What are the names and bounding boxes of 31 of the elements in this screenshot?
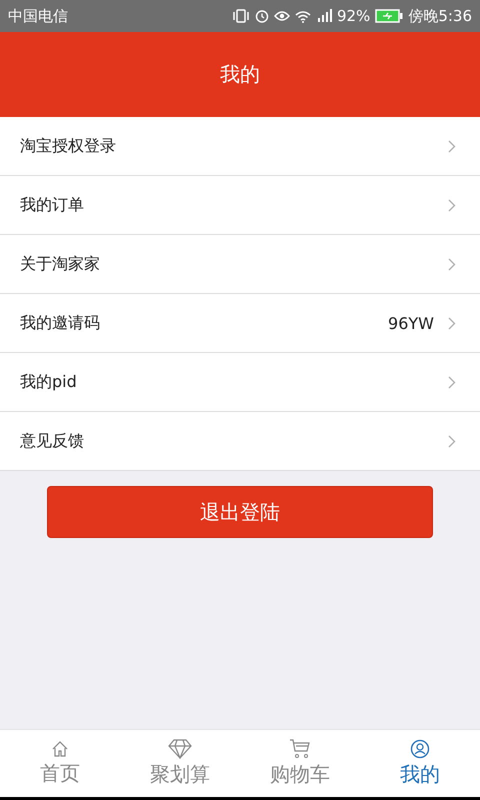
alarm-icon bbox=[254, 9, 269, 23]
chevron-icon bbox=[448, 140, 456, 152]
battery-icon bbox=[375, 9, 404, 23]
menu-item[interactable]: 淘宝授权登录 bbox=[0, 117, 480, 176]
vibrate-icon bbox=[232, 9, 250, 23]
clock-time: 傍晚5:36 bbox=[408, 6, 472, 26]
cart-icon bbox=[289, 739, 311, 759]
chevron-icon bbox=[448, 198, 456, 212]
eye-icon bbox=[274, 10, 290, 22]
carrier-name: 中国电信 bbox=[8, 6, 68, 26]
menu-item[interactable]: 关于淘家家 bbox=[0, 235, 480, 294]
logout-button[interactable]: 退出登陆 bbox=[47, 486, 433, 538]
home-icon bbox=[51, 740, 69, 758]
signal-icon bbox=[316, 9, 332, 23]
wifi-icon bbox=[294, 10, 311, 22]
chevron-icon bbox=[448, 376, 456, 388]
profile-icon bbox=[410, 739, 430, 759]
tab[interactable]: 购物车 bbox=[240, 730, 360, 797]
menu-item[interactable]: 意见反馈 bbox=[0, 412, 480, 471]
tab[interactable]: 我的 bbox=[360, 730, 480, 797]
diamond-icon bbox=[168, 739, 192, 759]
battery-percent: 92% bbox=[336, 7, 370, 25]
page-title: 我的 bbox=[220, 61, 260, 88]
menu-item[interactable]: 我的pid bbox=[0, 353, 480, 412]
chevron-icon bbox=[448, 258, 456, 270]
tab[interactable]: 首页 bbox=[0, 730, 120, 797]
chevron-icon bbox=[448, 434, 456, 448]
menu-item[interactable]: 我的邀请码 96YW bbox=[0, 294, 480, 353]
menu-item[interactable]: 我的订单 bbox=[0, 176, 480, 235]
tab[interactable]: 聚划算 bbox=[120, 730, 240, 797]
chevron-icon bbox=[448, 316, 456, 330]
